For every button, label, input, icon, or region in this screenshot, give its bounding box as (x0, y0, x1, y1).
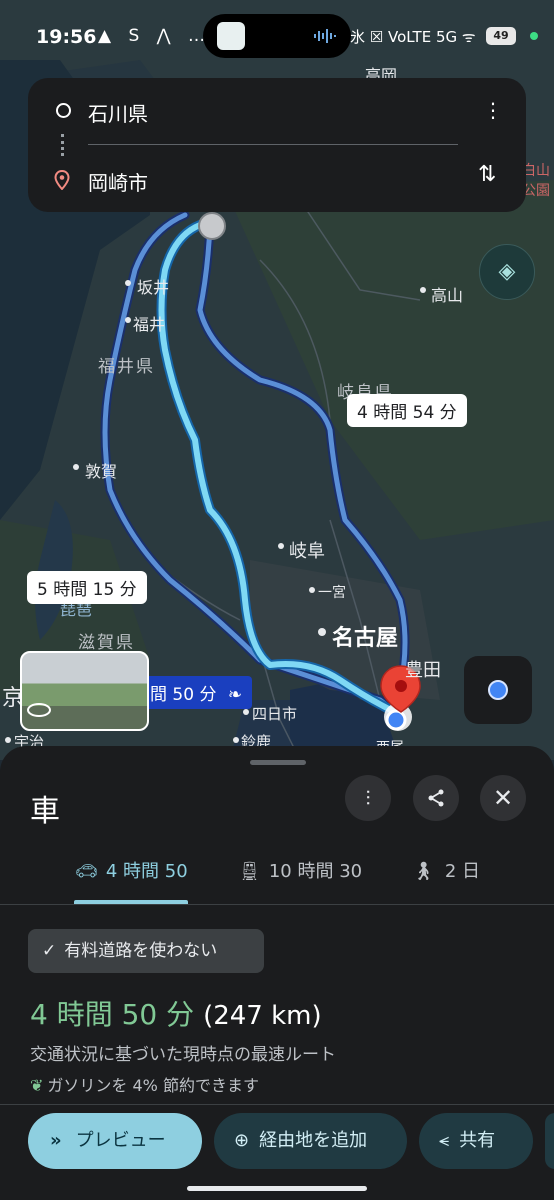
leaf-icon: ❧ (227, 685, 243, 705)
leaf-icon: ❦ (30, 1076, 44, 1095)
current-location-dot (385, 709, 407, 731)
origin-marker (198, 212, 226, 240)
map-label-yokkaichi: 四日市 (252, 705, 298, 723)
map-label-fukui-pref: 福井県 (98, 357, 155, 377)
audio-wave-icon (313, 28, 337, 44)
close-button[interactable]: ✕ (480, 775, 526, 821)
route-alt-time-bubble-2[interactable]: 5 時間 15 分 (27, 571, 147, 604)
sliders-icon: ⫶ (365, 786, 371, 810)
route-description: 交通状況に基づいた現時点の最速ルート (30, 1045, 336, 1065)
tab-walk[interactable]: 🚶︎ 2 日 (412, 857, 480, 883)
actions-divider (0, 1104, 554, 1105)
route-main-time-bubble[interactable]: 間 50 分 ❧ (140, 676, 253, 709)
check-icon: ✓ (42, 941, 57, 961)
preview-label: プレビュー (75, 1130, 166, 1151)
map-label-toyota: 豊田 (405, 660, 441, 681)
route-duration: 4 時間 50 分 (30, 998, 195, 1031)
more-options-icon[interactable]: ⋮ (483, 98, 503, 122)
gesture-nav-bar[interactable] (187, 1186, 367, 1191)
battery-icon: 49 (486, 27, 516, 45)
share-icon: ⪪ (439, 1130, 450, 1151)
tabs-divider (0, 904, 554, 905)
share-label: 共有 (459, 1130, 496, 1151)
layers-button[interactable]: ◈ (479, 244, 535, 300)
map-label-shiga-pref: 滋賀県 (78, 633, 135, 653)
route-options-button[interactable]: ⫶ (345, 775, 391, 821)
route-alt-time-bubble-1[interactable]: 4 時間 54 分 (347, 394, 467, 427)
origin-field[interactable]: 石川県 (88, 98, 148, 127)
preview-button[interactable]: » プレビュー (28, 1113, 202, 1169)
privacy-indicator-icon (530, 32, 538, 40)
walk-icon: 🚶︎ (412, 861, 435, 882)
avoid-tolls-label: 有料道路を使わない (64, 941, 218, 961)
share-button[interactable]: ⪪ 共有 (419, 1113, 533, 1169)
notification-icons: ▲ S ⋀ … (98, 26, 212, 46)
destination-pin-icon (54, 169, 70, 191)
media-app-icon (217, 22, 245, 50)
more-actions-button[interactable] (545, 1113, 554, 1169)
sheet-drag-handle[interactable] (250, 760, 306, 765)
map-label-park: 白山 公園 (522, 163, 550, 199)
add-stop-button[interactable]: ⊕ 経由地を追加 (214, 1113, 407, 1169)
route-divider (88, 144, 458, 145)
dynamic-island (203, 14, 351, 58)
eco-savings: ❦ ガソリンを 4% 節約できます (30, 1072, 259, 1096)
share-icon (428, 789, 444, 807)
map-label-ichinomiya: 一宮 (318, 585, 346, 601)
close-icon: ✕ (492, 784, 514, 812)
route-distance: (247 km) (203, 1001, 322, 1031)
destination-field[interactable]: 岡崎市 (88, 167, 148, 196)
add-location-icon: ⊕ (234, 1130, 250, 1151)
map-label-sakai: 坂井 (137, 278, 170, 297)
map-label-tsuruga: 敦賀 (85, 462, 118, 481)
map-label-fukui: 福井 (133, 315, 166, 334)
street-view-icon (26, 701, 52, 719)
status-bar: 19:56 ▲ S ⋀ … 氷 ☒ VoLTE 5G ᯤ 49 (0, 0, 554, 70)
my-location-button[interactable] (464, 656, 532, 724)
route-summary[interactable]: 4 時間 50 分 (247 km) (30, 993, 322, 1033)
tab-walk-label: 2 日 (444, 861, 481, 882)
status-time: 19:56 (36, 26, 97, 48)
avoid-tolls-chip[interactable]: ✓ 有料道路を使わない (28, 929, 264, 973)
car-icon: 🚗︎ (75, 861, 98, 882)
swap-route-icon[interactable]: ⇅ (478, 162, 496, 187)
tab-drive[interactable]: 🚗︎ 4 時間 50 (75, 857, 188, 883)
my-location-icon (488, 680, 508, 700)
map-label-gifu: 岐阜 (289, 541, 325, 562)
route-main-time: 間 50 分 (150, 685, 217, 705)
share-route-button[interactable] (413, 775, 459, 821)
map-label-nagoya: 名古屋 (332, 626, 399, 651)
train-icon: 🚆︎ (238, 861, 261, 882)
tab-transit-label: 10 時間 30 (268, 861, 363, 882)
route-dots-icon (61, 134, 67, 156)
map-label-takayama: 高山 (431, 286, 464, 305)
eco-savings-text: ガソリンを 4% 節約できます (47, 1076, 259, 1095)
tab-drive-label: 4 時間 50 (105, 861, 188, 882)
double-chevron-icon: » (50, 1130, 62, 1151)
origin-circle-icon (56, 103, 71, 118)
add-stop-label: 経由地を追加 (259, 1130, 368, 1151)
tab-transit[interactable]: 🚆︎ 10 時間 30 (238, 857, 362, 883)
travel-mode-title: 車 (30, 794, 60, 829)
status-right-icons: 氷 ☒ VoLTE 5G ᯤ (350, 28, 476, 46)
street-view-thumbnail[interactable] (20, 651, 149, 731)
layers-icon: ◈ (498, 259, 516, 284)
